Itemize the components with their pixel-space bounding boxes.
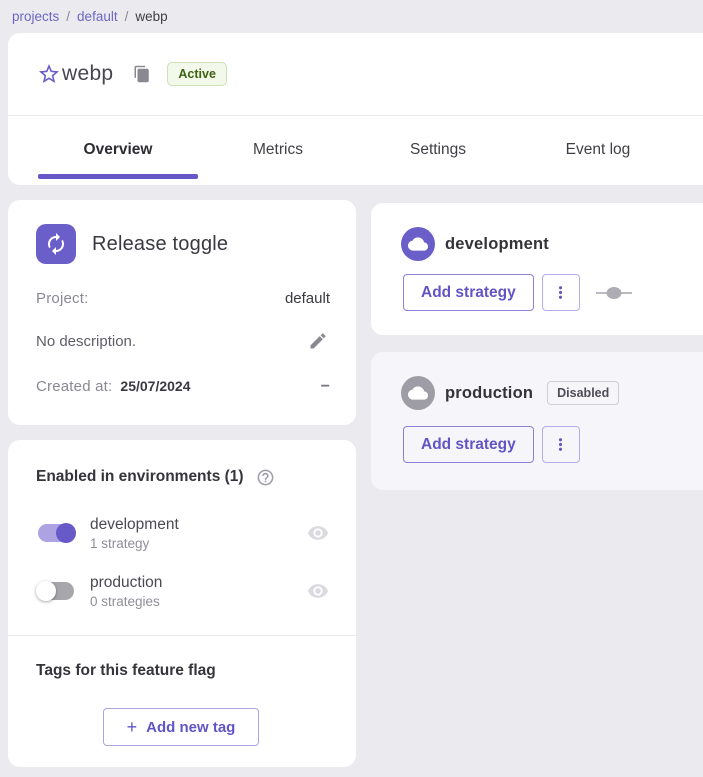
project-value: default — [285, 290, 330, 307]
environment-name: development — [90, 516, 306, 534]
more-options-kebab-icon[interactable] — [542, 274, 580, 311]
environment-row-production: production 0 strategies — [36, 569, 330, 613]
breadcrumb-separator: / — [66, 9, 70, 24]
visibility-eye-icon[interactable] — [306, 521, 330, 545]
visibility-eye-icon[interactable] — [306, 579, 330, 603]
tags-section-title: Tags for this feature flag — [36, 662, 216, 680]
breadcrumb-separator: / — [125, 9, 129, 24]
created-value: 25/07/2024 — [120, 378, 190, 394]
more-options-kebab-icon[interactable] — [542, 426, 580, 463]
feature-title-row: webp Active — [8, 33, 703, 116]
environment-strategy-count: 0 strategies — [90, 594, 306, 609]
favorite-star-icon[interactable] — [36, 61, 62, 87]
breadcrumb-current: webp — [135, 9, 167, 24]
section-divider — [8, 635, 356, 636]
feature-header-card: webp Active Overview Metrics Settings Ev… — [8, 33, 703, 185]
breadcrumb-link-default[interactable]: default — [77, 9, 118, 24]
help-icon[interactable] — [256, 467, 276, 487]
edit-description-icon[interactable] — [306, 329, 330, 353]
copy-name-icon[interactable] — [131, 63, 153, 85]
add-strategy-button[interactable]: Add strategy — [403, 274, 534, 311]
strategy-connector-icon — [596, 286, 632, 300]
feature-meta-card: Release toggle Project: default No descr… — [8, 200, 356, 425]
environment-strategy-count: 1 strategy — [90, 536, 306, 551]
add-new-tag-label: Add new tag — [146, 719, 235, 736]
project-row: Project: default — [36, 290, 330, 307]
environments-panel-title: Enabled in environments (1) — [36, 468, 244, 486]
breadcrumb: projects / default / webp — [0, 0, 703, 33]
environment-row-development: development 1 strategy — [36, 511, 330, 555]
page-title: webp — [62, 62, 113, 86]
created-row: Created at: 25/07/2024 − — [36, 378, 330, 395]
add-new-tag-button[interactable]: + Add new tag — [103, 708, 259, 746]
development-toggle[interactable] — [36, 523, 76, 543]
environment-name: production — [90, 574, 306, 592]
description-row: No description. — [36, 329, 330, 353]
environments-panel: Enabled in environments (1) development … — [8, 440, 356, 767]
tab-bar: Overview Metrics Settings Event log — [8, 116, 703, 184]
project-label: Project: — [36, 290, 88, 307]
status-badge: Active — [167, 62, 227, 86]
active-tab-indicator — [38, 174, 198, 179]
collapse-icon[interactable]: − — [321, 382, 330, 392]
breadcrumb-link-projects[interactable]: projects — [12, 9, 59, 24]
environment-card-title: production — [445, 384, 533, 403]
cloud-environment-icon — [401, 227, 435, 261]
feature-type-header: Release toggle — [36, 224, 228, 264]
release-toggle-icon — [36, 224, 76, 264]
feature-type-label: Release toggle — [92, 233, 228, 256]
plus-icon: + — [127, 718, 138, 736]
production-toggle[interactable] — [36, 581, 76, 601]
created-label: Created at: — [36, 378, 112, 395]
tab-event-log[interactable]: Event log — [518, 141, 678, 159]
development-environment-card: development Add strategy — [371, 203, 703, 335]
cloud-environment-icon — [401, 376, 435, 410]
tab-metrics[interactable]: Metrics — [198, 141, 358, 159]
add-strategy-button[interactable]: Add strategy — [403, 426, 534, 463]
description-text: No description. — [36, 333, 136, 350]
disabled-badge: Disabled — [547, 381, 619, 405]
environment-card-title: development — [445, 235, 549, 254]
tab-overview[interactable]: Overview — [38, 141, 198, 159]
production-environment-card: production Disabled Add strategy — [371, 352, 703, 490]
tab-settings[interactable]: Settings — [358, 141, 518, 159]
